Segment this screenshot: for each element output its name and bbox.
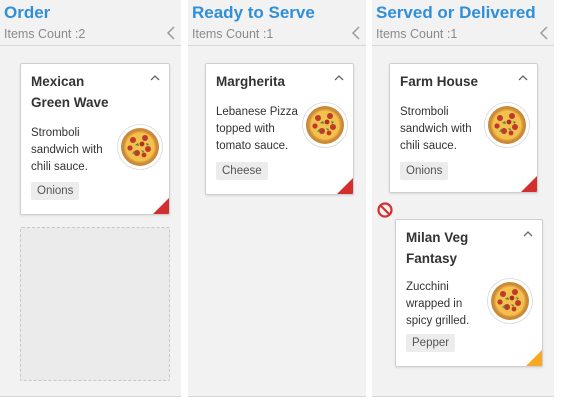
chevron-left-icon[interactable] bbox=[349, 24, 363, 42]
column-divider bbox=[0, 45, 181, 46]
card-title: Margherita bbox=[216, 74, 286, 89]
priority-indicator bbox=[521, 176, 537, 192]
column-order: Order Items Count :2 Mexican Green Wave … bbox=[0, 0, 181, 397]
card-farm-house[interactable]: Farm House Stromboli sandwich with chili… bbox=[389, 63, 538, 193]
card-description: Lebanese Pizza topped with tomato sauce. bbox=[216, 106, 298, 152]
card-tag: Pepper bbox=[406, 334, 456, 352]
column-title: Served or Delivered bbox=[376, 3, 536, 22]
pizza-image bbox=[302, 102, 348, 148]
column-divider bbox=[372, 45, 554, 46]
pizza-image bbox=[484, 102, 530, 148]
priority-indicator bbox=[526, 350, 542, 366]
drop-placeholder bbox=[20, 227, 170, 381]
card-margherita[interactable]: Margherita Lebanese Pizza topped with to… bbox=[205, 63, 354, 195]
card-mexican-green-wave[interactable]: Mexican Green Wave Stromboli sandwich wi… bbox=[20, 63, 170, 215]
card-milan-veg-fantasy[interactable]: Milan Veg Fantasy Zucchini wrapped in sp… bbox=[395, 219, 543, 367]
column-items-count: Items Count :1 bbox=[376, 27, 458, 41]
column-title: Ready to Serve bbox=[192, 3, 315, 22]
column-ready-to-serve: Ready to Serve Items Count :1 Margherita… bbox=[188, 0, 366, 397]
column-divider bbox=[188, 45, 366, 46]
column-title: Order bbox=[4, 3, 51, 22]
no-entry-icon bbox=[377, 202, 393, 218]
chevron-up-icon[interactable] bbox=[333, 70, 345, 81]
chevron-up-icon[interactable] bbox=[517, 70, 529, 81]
chevron-up-icon[interactable] bbox=[522, 226, 534, 237]
priority-indicator bbox=[337, 178, 353, 194]
card-description: Stromboli sandwich with chili sauce. bbox=[31, 127, 103, 173]
card-description: Stromboli sandwich with chili sauce. bbox=[400, 106, 472, 152]
column-items-count: Items Count :2 bbox=[4, 27, 86, 41]
card-description: Zucchini wrapped in spicy grilled. bbox=[406, 281, 470, 327]
card-tag: Onions bbox=[31, 182, 80, 200]
column-served-or-delivered: Served or Delivered Items Count :1 Farm … bbox=[372, 0, 554, 397]
column-items-count: Items Count :1 bbox=[192, 27, 274, 41]
card-title: Farm House bbox=[400, 74, 479, 89]
priority-indicator bbox=[153, 198, 169, 214]
card-title: Mexican Green Wave bbox=[31, 74, 109, 110]
chevron-up-icon[interactable] bbox=[149, 70, 161, 81]
card-tag: Onions bbox=[400, 162, 449, 180]
chevron-left-icon[interactable] bbox=[537, 24, 551, 42]
card-title: Milan Veg Fantasy bbox=[406, 230, 469, 266]
pizza-image bbox=[117, 124, 163, 170]
card-tag: Cheese bbox=[216, 162, 268, 180]
pizza-image bbox=[487, 278, 533, 324]
chevron-left-icon[interactable] bbox=[164, 24, 178, 42]
